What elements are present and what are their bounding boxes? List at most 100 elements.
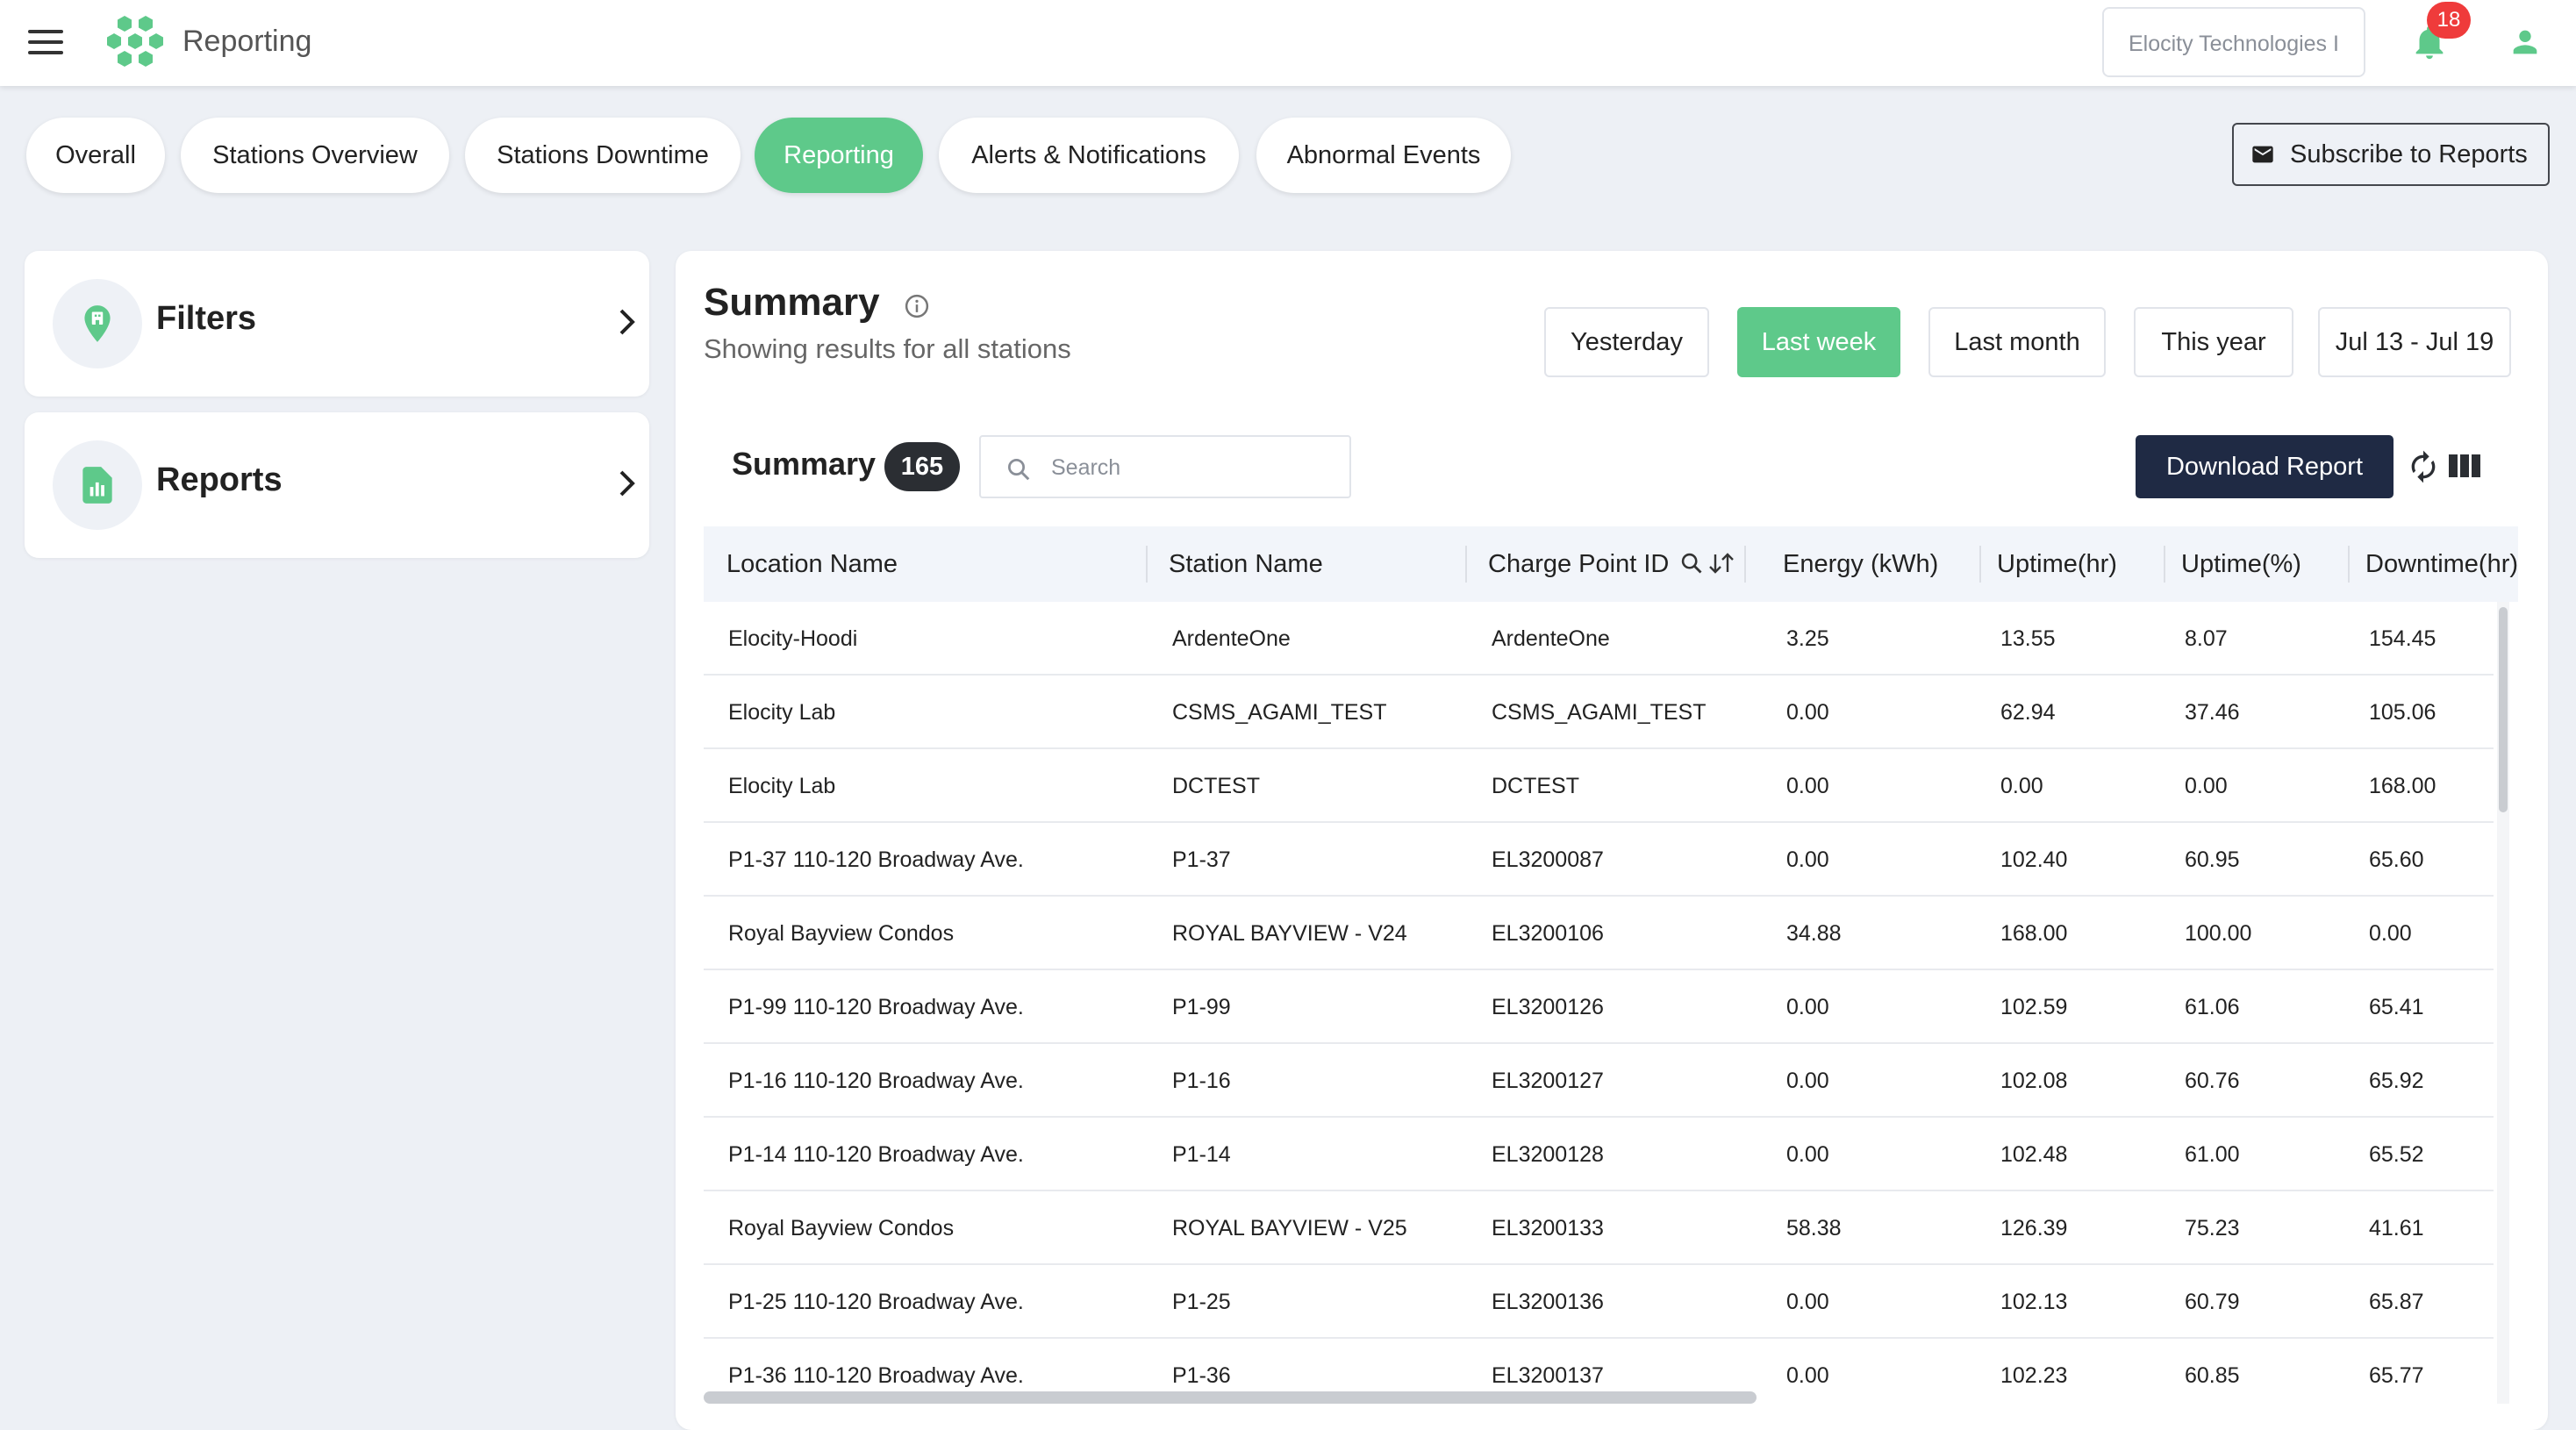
cell-station-name: P1-14 [1172, 1142, 1231, 1167]
cell-uptime-percent: 37.46 [2185, 700, 2240, 725]
map-pin-icon [84, 305, 111, 342]
column-divider[interactable] [2348, 546, 2350, 583]
mail-icon [2252, 146, 2273, 163]
chevron-right-icon [619, 470, 635, 497]
subscribe-to-reports-button[interactable]: Subscribe to Reports [2232, 123, 2550, 186]
tab-stations-overview[interactable]: Stations Overview [181, 118, 449, 193]
table-row[interactable]: Elocity-Hoodi ArdenteOne ArdenteOne 3.25… [704, 602, 2494, 676]
cell-downtime-hr: 65.87 [2369, 1290, 2424, 1314]
cell-downtime-hr: 65.41 [2369, 995, 2424, 1019]
search-input[interactable] [1051, 451, 1332, 484]
cell-charge-point-id: EL3200133 [1492, 1216, 1604, 1241]
sort-icon[interactable] [1707, 551, 1735, 576]
column-divider[interactable] [2164, 546, 2165, 583]
cell-energy: 0.00 [1786, 1363, 1829, 1388]
column-header-uptime-percent[interactable]: Uptime(%) [2181, 526, 2339, 602]
cell-charge-point-id: EL3200106 [1492, 921, 1604, 946]
reports-panel[interactable]: Reports [25, 412, 649, 558]
menu-icon[interactable] [28, 30, 63, 56]
table-title: Summary [732, 446, 877, 482]
tab-abnormal-events[interactable]: Abnormal Events [1256, 118, 1511, 193]
range-this-year-button[interactable]: This year [2134, 307, 2293, 377]
cell-energy: 0.00 [1786, 1069, 1829, 1093]
cell-downtime-hr: 105.06 [2369, 700, 2436, 725]
cell-location-name: Elocity Lab [728, 700, 836, 725]
cell-energy: 0.00 [1786, 1290, 1829, 1314]
search-icon[interactable] [1679, 551, 1704, 576]
cell-station-name: ROYAL BAYVIEW - V24 [1172, 921, 1407, 946]
column-header-charge-point-id[interactable]: Charge Point ID [1488, 526, 1672, 602]
tab-alerts-notifications[interactable]: Alerts & Notifications [939, 118, 1239, 193]
company-selector[interactable]: Elocity Technologies I [2102, 7, 2365, 77]
column-header-location-name[interactable]: Location Name [726, 526, 1139, 602]
range-last-week-button[interactable]: Last week [1737, 307, 1900, 377]
cell-location-name: Elocity Lab [728, 774, 836, 798]
cell-downtime-hr: 41.61 [2369, 1216, 2424, 1241]
summary-subtitle: Showing results for all stations [704, 333, 1071, 364]
range-yesterday-button[interactable]: Yesterday [1544, 307, 1709, 377]
cell-downtime-hr: 168.00 [2369, 774, 2436, 798]
table-row[interactable]: P1-25 110-120 Broadway Ave. P1-25 EL3200… [704, 1265, 2494, 1339]
summary-table: Location Name Station Name Charge Point … [704, 526, 2518, 1404]
cell-uptime-hr: 102.59 [2000, 995, 2068, 1019]
cell-station-name: P1-37 [1172, 847, 1231, 872]
vertical-scrollbar-thumb[interactable] [2499, 607, 2508, 812]
column-header-downtime-hr[interactable]: Downtime(hr) [2365, 526, 2518, 602]
download-report-button[interactable]: Download Report [2136, 435, 2394, 498]
table-row[interactable]: Royal Bayview Condos ROYAL BAYVIEW - V25… [704, 1191, 2494, 1265]
column-header-uptime-hr[interactable]: Uptime(hr) [1997, 526, 2155, 602]
table-row[interactable]: P1-37 110-120 Broadway Ave. P1-37 EL3200… [704, 823, 2494, 897]
hexagon-cluster-logo [107, 16, 163, 67]
table-row[interactable]: Elocity Lab CSMS_AGAMI_TEST CSMS_AGAMI_T… [704, 676, 2494, 749]
cell-charge-point-id: CSMS_AGAMI_TEST [1492, 700, 1707, 725]
columns-icon[interactable] [2448, 451, 2481, 481]
table-row[interactable]: Royal Bayview Condos ROYAL BAYVIEW - V24… [704, 897, 2494, 970]
tab-reporting[interactable]: Reporting [755, 118, 923, 193]
subscribe-label: Subscribe to Reports [2290, 140, 2528, 168]
cell-downtime-hr: 65.60 [2369, 847, 2424, 872]
cell-uptime-percent: 61.06 [2185, 995, 2240, 1019]
table-row[interactable]: P1-16 110-120 Broadway Ave. P1-16 EL3200… [704, 1044, 2494, 1118]
range-last-month-button[interactable]: Last month [1928, 307, 2106, 377]
search-box[interactable] [979, 435, 1351, 498]
tab-stations-downtime[interactable]: Stations Downtime [465, 118, 741, 193]
horizontal-scrollbar-thumb[interactable] [704, 1391, 1757, 1404]
column-header-energy[interactable]: Energy (kWh) [1783, 526, 1976, 602]
date-range-picker[interactable]: Jul 13 - Jul 19 [2318, 307, 2511, 377]
cell-uptime-hr: 102.08 [2000, 1069, 2068, 1093]
cell-uptime-percent: 0.00 [2185, 774, 2228, 798]
table-row[interactable]: Elocity Lab DCTEST DCTEST 0.00 0.00 0.00… [704, 749, 2494, 823]
column-header-station-name[interactable]: Station Name [1169, 526, 1458, 602]
cell-location-name: P1-25 110-120 Broadway Ave. [728, 1290, 1024, 1314]
cell-uptime-percent: 61.00 [2185, 1142, 2240, 1167]
column-divider[interactable] [1465, 546, 1467, 583]
table-row[interactable]: P1-99 110-120 Broadway Ave. P1-99 EL3200… [704, 970, 2494, 1044]
reports-icon-circle [53, 440, 142, 530]
tab-overall[interactable]: Overall [26, 118, 165, 193]
filters-icon-circle [53, 279, 142, 368]
cell-location-name: P1-37 110-120 Broadway Ave. [728, 847, 1024, 872]
column-divider[interactable] [1146, 546, 1148, 583]
column-divider[interactable] [1744, 546, 1746, 583]
filters-label: Filters [156, 300, 257, 337]
cell-energy: 0.00 [1786, 700, 1829, 725]
info-icon[interactable] [904, 293, 930, 319]
cell-charge-point-id: EL3200127 [1492, 1069, 1604, 1093]
cell-station-name: P1-25 [1172, 1290, 1231, 1314]
cell-energy: 34.88 [1786, 921, 1842, 946]
cell-charge-point-id: EL3200136 [1492, 1290, 1604, 1314]
refresh-icon[interactable] [2406, 447, 2441, 486]
cell-charge-point-id: ArdenteOne [1492, 626, 1610, 651]
cell-location-name: Elocity-Hoodi [728, 626, 858, 651]
column-divider[interactable] [1979, 546, 1981, 583]
cell-station-name: P1-99 [1172, 995, 1231, 1019]
summary-panel: Summary Showing results for all stations… [676, 251, 2548, 1430]
cell-uptime-percent: 60.85 [2185, 1363, 2240, 1388]
cell-charge-point-id: DCTEST [1492, 774, 1579, 798]
cell-energy: 0.00 [1786, 995, 1829, 1019]
table-row[interactable]: P1-14 110-120 Broadway Ave. P1-14 EL3200… [704, 1118, 2494, 1191]
filters-panel[interactable]: Filters [25, 251, 649, 397]
report-chart-icon [82, 467, 112, 504]
user-icon[interactable] [2508, 25, 2543, 60]
chevron-right-icon [619, 309, 635, 335]
